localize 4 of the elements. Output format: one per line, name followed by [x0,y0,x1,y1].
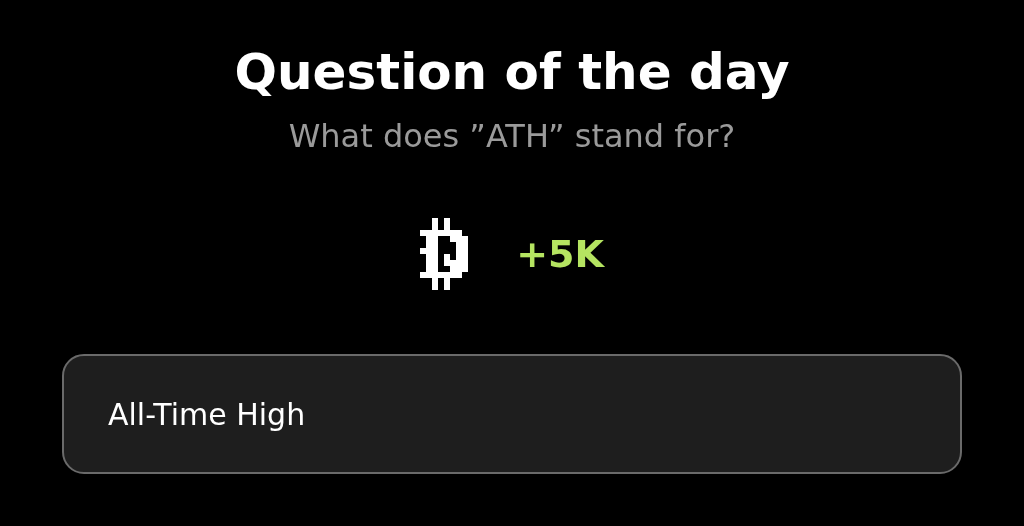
answer-option[interactable]: All-Time High [62,354,962,474]
reward-amount: +5K [516,232,604,276]
question-text: What does ”ATH” stand for? [288,116,736,157]
title: Question of the day [234,42,790,103]
